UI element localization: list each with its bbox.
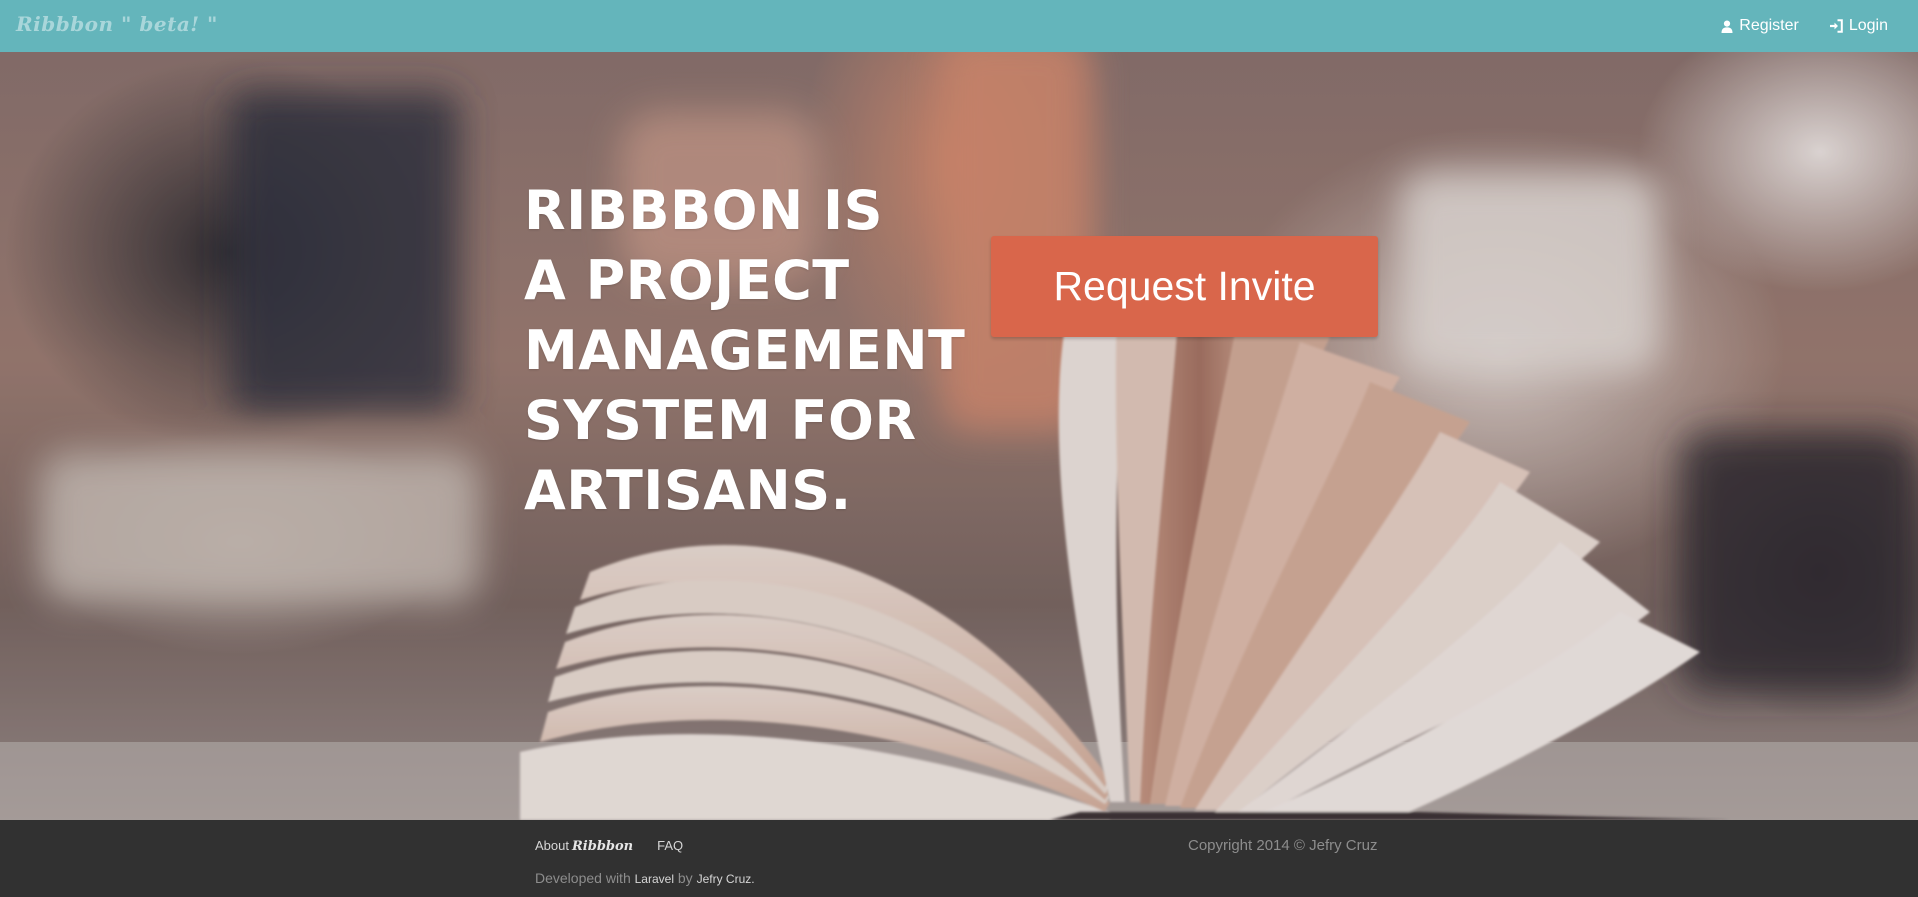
author-link[interactable]: Jefry Cruz. xyxy=(697,872,755,886)
login-link[interactable]: Login xyxy=(1829,17,1888,35)
hero-title-line: SYSTEM FOR xyxy=(524,389,917,452)
register-link[interactable]: Register xyxy=(1721,17,1799,35)
about-link[interactable]: About Ribbbon xyxy=(535,838,633,854)
hero-section: RIBBBON IS A PROJECT MANAGEMENT SYSTEM F… xyxy=(0,52,1918,820)
navbar: Ribbbon " beta! " Register Login xyxy=(0,0,1918,52)
nav-links: Register Login xyxy=(1721,0,1888,52)
developed-prefix: Developed with xyxy=(535,870,631,886)
footer-links: About Ribbbon FAQ xyxy=(535,838,683,854)
faq-link[interactable]: FAQ xyxy=(657,838,683,853)
footer: About Ribbbon FAQ Developed with Laravel … xyxy=(0,820,1918,897)
copyright-text: Copyright 2014 © Jefry Cruz xyxy=(1188,837,1378,854)
hero-title-line: RIBBBON IS xyxy=(524,179,884,242)
user-icon xyxy=(1721,20,1733,33)
developed-by: by xyxy=(677,870,693,886)
hero-title-line: ARTISANS. xyxy=(524,459,852,522)
developed-with-credit: Developed with Laravel by Jefry Cruz. xyxy=(535,870,755,886)
hero-title-line: A PROJECT xyxy=(524,249,850,312)
request-invite-button[interactable]: Request Invite xyxy=(991,236,1378,337)
about-label: About xyxy=(535,838,569,853)
login-icon xyxy=(1829,19,1843,33)
hero-title: RIBBBON IS A PROJECT MANAGEMENT SYSTEM F… xyxy=(524,176,984,526)
login-label: Login xyxy=(1848,17,1888,34)
footer-brand-logo: Ribbbon xyxy=(571,839,634,854)
register-label: Register xyxy=(1739,17,1799,34)
brand-logo[interactable]: Ribbbon " beta! " xyxy=(16,12,218,36)
laravel-link[interactable]: Laravel xyxy=(635,872,674,886)
hero-title-line: MANAGEMENT xyxy=(524,319,966,382)
